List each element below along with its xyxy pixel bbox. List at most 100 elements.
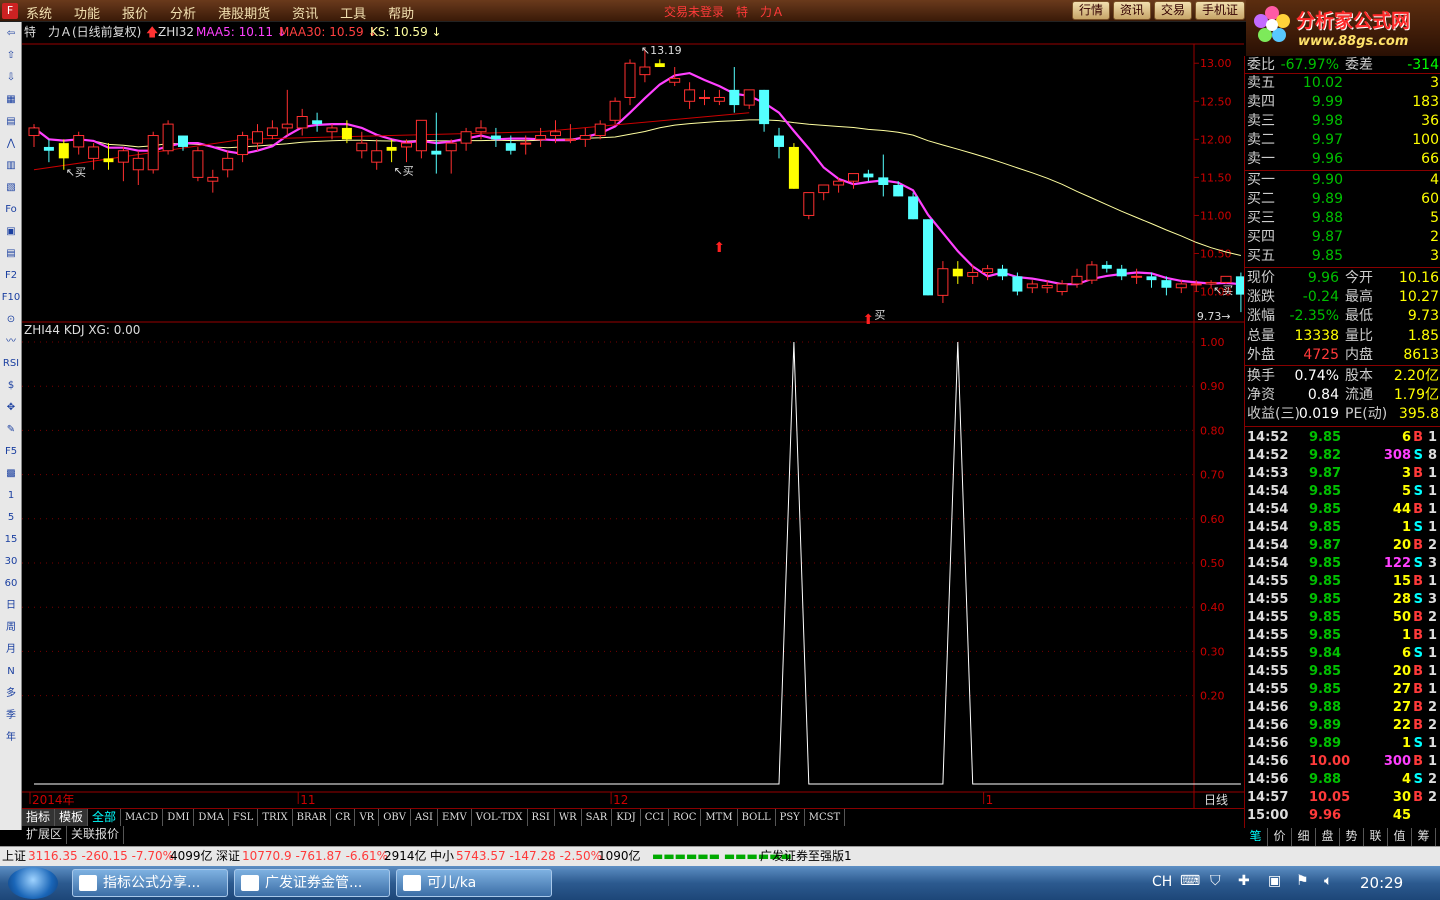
toolbar-button[interactable]: ✥ xyxy=(1,397,21,418)
menu-item[interactable]: 报价 xyxy=(122,3,148,22)
right-tab[interactable]: 筹 xyxy=(1412,828,1436,846)
menu-item[interactable]: 资讯 xyxy=(292,3,318,22)
shield-icon[interactable]: ⛉ xyxy=(1210,873,1221,889)
tab-asi[interactable]: ASI xyxy=(411,809,439,826)
right-tab[interactable]: 联 xyxy=(1364,828,1388,846)
toolbar-button[interactable]: Fo xyxy=(1,199,21,220)
toolbar-button[interactable]: N xyxy=(1,661,21,682)
toolbar-button[interactable]: ▤ xyxy=(1,111,21,132)
toolbar-button[interactable]: F10 xyxy=(1,287,21,308)
flag-icon[interactable]: ⚑ xyxy=(1296,873,1309,889)
toolbar-button[interactable]: 〰 xyxy=(1,331,21,352)
top-button[interactable]: 手机证 xyxy=(1195,1,1246,20)
tab-cr[interactable]: CR xyxy=(331,809,356,826)
toolbar-button[interactable]: ▩ xyxy=(1,463,21,484)
toolbar-button[interactable]: RSI xyxy=(1,353,21,374)
right-tab[interactable]: 值 xyxy=(1388,828,1412,846)
toolbar-button[interactable]: 60 xyxy=(1,573,21,594)
tab-obv[interactable]: OBV xyxy=(379,809,411,826)
taskbar-item[interactable]: 指标公式分享... xyxy=(72,869,228,897)
tab-dma[interactable]: DMA xyxy=(194,809,229,826)
tab-mtm[interactable]: MTM xyxy=(701,809,738,826)
tab-kdj[interactable]: KDJ xyxy=(612,809,641,826)
tab-指标[interactable]: 指标 xyxy=(22,809,56,826)
toolbar-button[interactable]: ⇩ xyxy=(1,67,21,88)
top-button[interactable]: 交易 xyxy=(1154,1,1193,20)
right-tab[interactable]: 笔 xyxy=(1244,828,1268,846)
tab-roc[interactable]: ROC xyxy=(669,809,702,826)
tab-vol-tdx[interactable]: VOL-TDX xyxy=(472,809,528,826)
right-tab[interactable]: 价 xyxy=(1268,828,1292,846)
toolbar-button[interactable]: 日 xyxy=(1,595,21,616)
toolbar-button[interactable]: ▥ xyxy=(1,155,21,176)
toolbar-button[interactable]: F5 xyxy=(1,441,21,462)
tab-trix[interactable]: TRIX xyxy=(258,809,293,826)
toolbar-button[interactable]: 周 xyxy=(1,617,21,638)
subtab[interactable]: 扩展区 xyxy=(22,826,68,844)
toolbar-button[interactable]: ▤ xyxy=(1,243,21,264)
toolbar-button[interactable]: F2 xyxy=(1,265,21,286)
toolbar-button[interactable]: ⋀ xyxy=(1,133,21,154)
tab-mcst[interactable]: MCST xyxy=(805,809,846,826)
toolbar-button[interactable]: 30 xyxy=(1,551,21,572)
toolbar-button[interactable]: $ xyxy=(1,375,21,396)
tab-全部[interactable]: 全部 xyxy=(88,809,122,826)
tab-rsi[interactable]: RSI xyxy=(528,809,555,826)
network-icon[interactable]: ▣ xyxy=(1268,873,1281,889)
tab-emv[interactable]: EMV xyxy=(438,809,472,826)
toolbar-button[interactable]: 年 xyxy=(1,727,21,748)
tick-time: 14:54 xyxy=(1247,483,1289,499)
toolbar-button[interactable]: ▦ xyxy=(1,89,21,110)
language-indicator[interactable]: CH xyxy=(1152,874,1172,890)
top-button[interactable]: 行情 xyxy=(1072,1,1111,20)
toolbar-button[interactable]: ⇧ xyxy=(1,45,21,66)
taskbar-item[interactable]: 广发证券金管... xyxy=(234,869,390,897)
volume-icon[interactable]: 🔈︎ xyxy=(1324,873,1332,889)
start-button[interactable] xyxy=(8,867,58,899)
keyboard-icon[interactable]: ⌨ xyxy=(1180,873,1200,889)
menu-item[interactable]: 系统 xyxy=(26,3,52,22)
right-tab[interactable]: 盘 xyxy=(1316,828,1340,846)
tab-wr[interactable]: WR xyxy=(555,809,582,826)
menu-item[interactable]: 分析 xyxy=(170,3,196,22)
tab-cci[interactable]: CCI xyxy=(641,809,670,826)
toolbar-button[interactable]: 月 xyxy=(1,639,21,660)
tick-price: 9.85 xyxy=(1309,501,1342,517)
toolbar-button[interactable]: ▣ xyxy=(1,221,21,242)
tab-psy[interactable]: PSY xyxy=(776,809,805,826)
toolbar-button[interactable]: 1 xyxy=(1,485,21,506)
tab-macd[interactable]: MACD xyxy=(121,809,164,826)
tab-模板[interactable]: 模板 xyxy=(55,809,89,826)
toolbar-button[interactable]: ▧ xyxy=(1,177,21,198)
tab-fsl[interactable]: FSL xyxy=(229,809,259,826)
toolbar-button[interactable]: 5 xyxy=(1,507,21,528)
brand-url[interactable]: www.88gs.com xyxy=(1298,34,1408,49)
kline-chart[interactable]: 13.0012.5012.0011.5011.0010.5010.001.000… xyxy=(22,22,1244,808)
tab-brar[interactable]: BRAR xyxy=(293,809,332,826)
toolbar-button[interactable]: 15 xyxy=(1,529,21,550)
toolbar-button[interactable]: 季 xyxy=(1,705,21,726)
menu-item[interactable]: 港股期货 xyxy=(218,3,270,22)
right-tab[interactable]: 细 xyxy=(1292,828,1316,846)
menu-item[interactable]: 工具 xyxy=(340,3,366,22)
menu-item[interactable]: 功能 xyxy=(74,3,100,22)
candle-body xyxy=(401,142,412,148)
period-label[interactable]: 日线 xyxy=(1204,793,1228,807)
tick-volume: 22 xyxy=(1392,717,1411,733)
tab-boll[interactable]: BOLL xyxy=(738,809,776,826)
toolbar-button[interactable]: ⇦ xyxy=(1,23,21,44)
toolbar-button[interactable]: ⊙ xyxy=(1,309,21,330)
clock[interactable]: 20:29 xyxy=(1360,874,1403,892)
taskbar-item[interactable]: 可儿/ka xyxy=(396,869,552,897)
tab-vr[interactable]: VR xyxy=(355,809,380,826)
toolbar-button[interactable]: ✎ xyxy=(1,419,21,440)
subtab[interactable]: 关联报价 xyxy=(67,826,125,844)
tab-dmi[interactable]: DMI xyxy=(163,809,195,826)
top-button[interactable]: 资讯 xyxy=(1113,1,1152,20)
toolbar-button[interactable]: 多 xyxy=(1,683,21,704)
chart-area[interactable]: 13.00 12.50 12.00 11.50 11.00 10.50 10.00 1.00 0… xyxy=(22,22,1244,808)
security-icon[interactable]: ✚ xyxy=(1238,873,1250,889)
right-tab[interactable]: 势 xyxy=(1340,828,1364,846)
tab-sar[interactable]: SAR xyxy=(582,809,613,826)
menu-item[interactable]: 帮助 xyxy=(388,3,414,22)
